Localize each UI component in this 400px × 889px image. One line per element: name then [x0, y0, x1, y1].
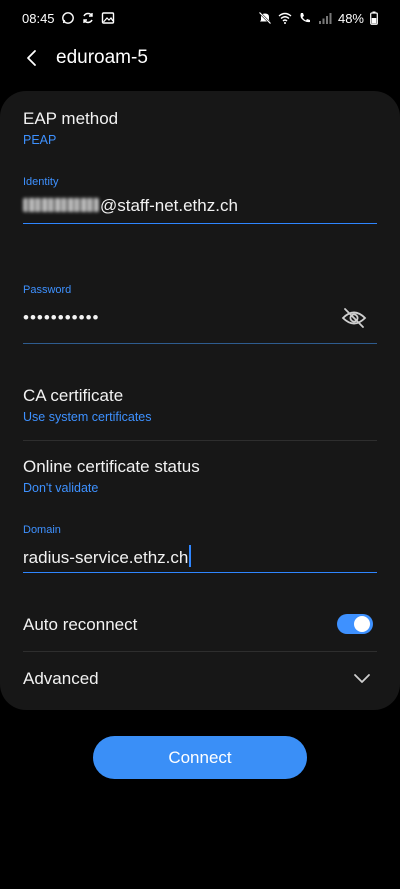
password-field[interactable]: Password •••••••••••: [23, 284, 377, 344]
password-underline: [23, 343, 377, 344]
advanced-title: Advanced: [23, 669, 99, 688]
domain-value-text: radius-service.ethz.ch: [23, 548, 189, 567]
identity-underline: [23, 223, 377, 224]
domain-underline: [23, 572, 377, 573]
identity-input[interactable]: @staff-net.ethz.ch: [23, 196, 238, 216]
status-bar: 08:45 48%: [0, 0, 400, 36]
status-bar-left: 08:45: [22, 11, 115, 26]
online-certificate-status-value: Don't validate: [23, 481, 99, 495]
auto-reconnect-title: Auto reconnect: [23, 615, 138, 634]
signal-icon: [318, 11, 332, 25]
divider: [23, 651, 377, 652]
wifi-icon: [278, 11, 292, 25]
identity-field[interactable]: Identity @staff-net.ethz.ch: [23, 176, 377, 226]
auto-reconnect-setting[interactable]: Auto reconnect: [23, 613, 377, 639]
chevron-down-icon[interactable]: [353, 673, 371, 685]
wifi-call-icon: [298, 11, 312, 25]
eap-method-value: PEAP: [23, 133, 57, 147]
app-header: eduroam-5: [0, 38, 400, 78]
toggle-knob: [354, 616, 370, 632]
network-settings-card: EAP method PEAP Identity @staff-net.ethz…: [0, 91, 400, 710]
eap-method-setting[interactable]: EAP method PEAP: [23, 109, 377, 155]
domain-field[interactable]: Domain radius-service.ethz.ch: [23, 524, 377, 574]
ca-certificate-title: CA certificate: [23, 386, 124, 405]
identity-value-text: @staff-net.ethz.ch: [100, 196, 238, 215]
eap-method-title: EAP method: [23, 109, 119, 128]
identity-label: Identity: [23, 176, 59, 188]
mute-icon: [258, 11, 272, 25]
network-name-title: eduroam-5: [56, 47, 148, 68]
divider: [23, 440, 377, 441]
status-bar-right: 48%: [258, 11, 378, 26]
text-cursor: [189, 545, 191, 567]
whatsapp-icon: [61, 11, 75, 25]
domain-label: Domain: [23, 524, 61, 536]
status-time: 08:45: [22, 10, 55, 26]
gallery-icon: [101, 11, 115, 25]
online-certificate-status-title: Online certificate status: [23, 457, 200, 476]
redacted-username: [23, 198, 99, 212]
sync-icon: [81, 11, 95, 25]
password-input[interactable]: •••••••••••: [23, 308, 99, 328]
connect-button[interactable]: Connect: [93, 736, 307, 779]
ca-certificate-setting[interactable]: CA certificate Use system certificates: [23, 386, 377, 432]
battery-icon: [370, 11, 378, 25]
hide-password-icon[interactable]: [341, 307, 367, 329]
battery-percent: 48%: [337, 10, 364, 26]
back-arrow-icon[interactable]: [22, 48, 42, 68]
domain-input[interactable]: radius-service.ethz.ch: [23, 545, 191, 568]
auto-reconnect-toggle[interactable]: [337, 614, 373, 634]
ca-certificate-value: Use system certificates: [23, 410, 152, 424]
advanced-expander[interactable]: Advanced: [23, 667, 377, 693]
password-label: Password: [23, 284, 72, 296]
online-certificate-status-setting[interactable]: Online certificate status Don't validate: [23, 457, 377, 503]
